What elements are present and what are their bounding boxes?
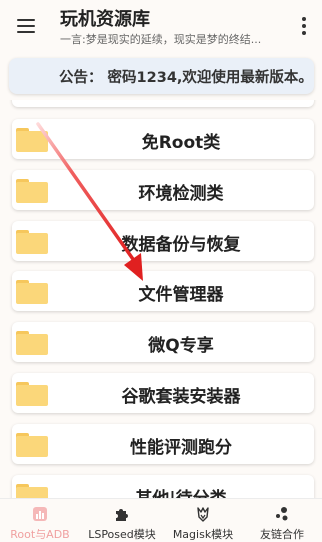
nav-label: Magisk模块: [172, 528, 234, 541]
nav-tab-magisk[interactable]: Magisk模块: [163, 499, 243, 542]
nav-label: 友链合作: [260, 528, 304, 541]
category-card-file-manager[interactable]: 文件管理器: [12, 271, 314, 311]
nav-tab-root-adb[interactable]: Root与ADB: [0, 499, 80, 542]
folder-icon: [16, 280, 48, 304]
category-list[interactable]: 免Root类 环境检测类 数据备份与恢复 文件管理器 微Q专享 谷歌套装安装器 …: [0, 100, 322, 498]
nav-label: Root与ADB: [10, 528, 70, 541]
folder-icon: [16, 331, 48, 355]
app-bar: 玩机资源库 一言:梦是现实的延续，现实是梦的终结...: [0, 0, 322, 54]
bottom-navigation: Root与ADB LSPosed模块 Magisk模块 友链合作: [0, 498, 322, 542]
folder-icon: [16, 484, 48, 498]
category-card-benchmark[interactable]: 性能评测跑分: [12, 424, 314, 464]
folder-icon: [16, 230, 48, 254]
nav-tab-friend-links[interactable]: 友链合作: [242, 499, 322, 542]
category-label: 微Q专享: [148, 336, 214, 356]
category-card[interactable]: [12, 100, 314, 107]
category-card-google-installer[interactable]: 谷歌套装安装器: [12, 373, 314, 413]
category-label: 免Root类: [141, 133, 221, 153]
announcement-text: 公告： 密码1234,欢迎使用最新版本。: [59, 70, 313, 86]
hamburger-menu-icon[interactable]: [17, 19, 35, 33]
app-subtitle: 一言:梦是现实的延续，现实是梦的终结...: [60, 33, 262, 46]
nav-tab-lsposed[interactable]: LSPosed模块: [82, 499, 162, 542]
category-card-wechat-qq[interactable]: 微Q专享: [12, 322, 314, 362]
category-card-no-root[interactable]: 免Root类: [12, 119, 314, 159]
category-label: 数据备份与恢复: [121, 235, 241, 255]
announcement-banner: 公告： 密码1234,欢迎使用最新版本。: [9, 58, 314, 94]
category-label: 谷歌套装安装器: [121, 387, 241, 407]
category-label: 性能评测跑分: [130, 438, 232, 458]
chart-icon: [33, 507, 47, 521]
folder-icon: [16, 382, 48, 406]
category-label: 文件管理器: [138, 285, 224, 305]
category-card-backup[interactable]: 数据备份与恢复: [12, 221, 314, 261]
category-label: 环境检测类: [138, 184, 224, 204]
nav-label: LSPosed模块: [88, 528, 156, 541]
puzzle-icon: [116, 509, 128, 521]
folder-icon: [16, 128, 48, 152]
category-card-env-check[interactable]: 环境检测类: [12, 170, 314, 210]
folder-icon: [16, 433, 48, 457]
magisk-icon: [197, 507, 209, 522]
app-title: 玩机资源库: [60, 9, 150, 30]
category-label: 其他|待分类: [48, 484, 314, 498]
category-card-other[interactable]: 其他|待分类: [12, 475, 314, 498]
folder-icon: [16, 179, 48, 203]
link-dots-icon: [276, 507, 288, 521]
more-options-icon[interactable]: [301, 17, 307, 35]
